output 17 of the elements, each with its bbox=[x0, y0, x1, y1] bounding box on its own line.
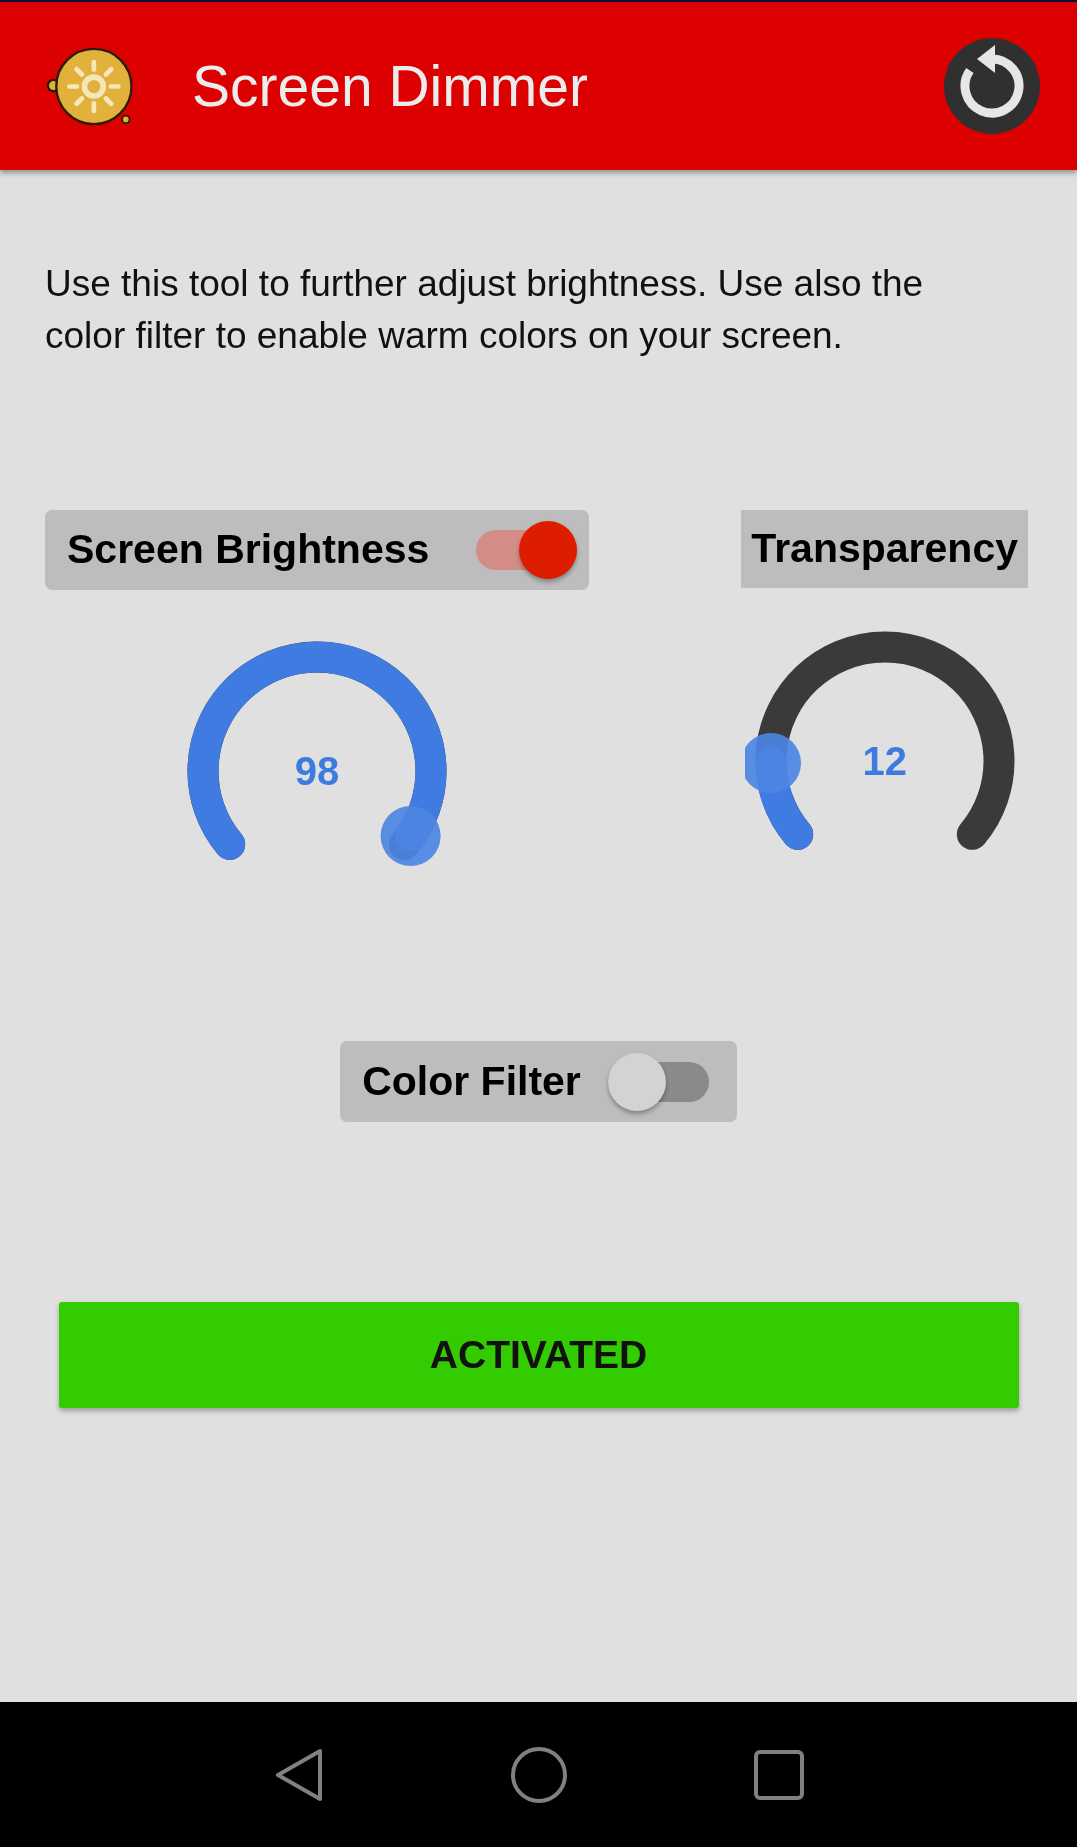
toggle-switch[interactable] bbox=[607, 1052, 709, 1111]
square-icon[interactable] bbox=[753, 1749, 804, 1800]
dial-value: 98 bbox=[294, 751, 340, 791]
back-icon[interactable] bbox=[273, 1747, 324, 1802]
toggle-switch[interactable] bbox=[476, 521, 577, 579]
card-label: Transparency bbox=[751, 525, 1018, 573]
dial-value: 12 bbox=[862, 741, 907, 781]
refresh-icon[interactable] bbox=[944, 38, 1040, 134]
dial-thumb[interactable] bbox=[744, 733, 801, 793]
card-label: Color Filter bbox=[362, 1057, 581, 1106]
dial-track[interactable] bbox=[744, 631, 1015, 850]
card-label: Screen Brightness bbox=[67, 526, 430, 574]
description-text: Use this tool to further adjust brightness. Use also the color filter to enable warm colors on your screen. bbox=[45, 262, 925, 358]
activate-button[interactable]: ACTIVATED bbox=[58, 1302, 1019, 1408]
home-icon[interactable] bbox=[510, 1746, 567, 1803]
dial-thumb[interactable] bbox=[380, 806, 441, 867]
app-title: Screen Dimmer bbox=[192, 52, 588, 120]
